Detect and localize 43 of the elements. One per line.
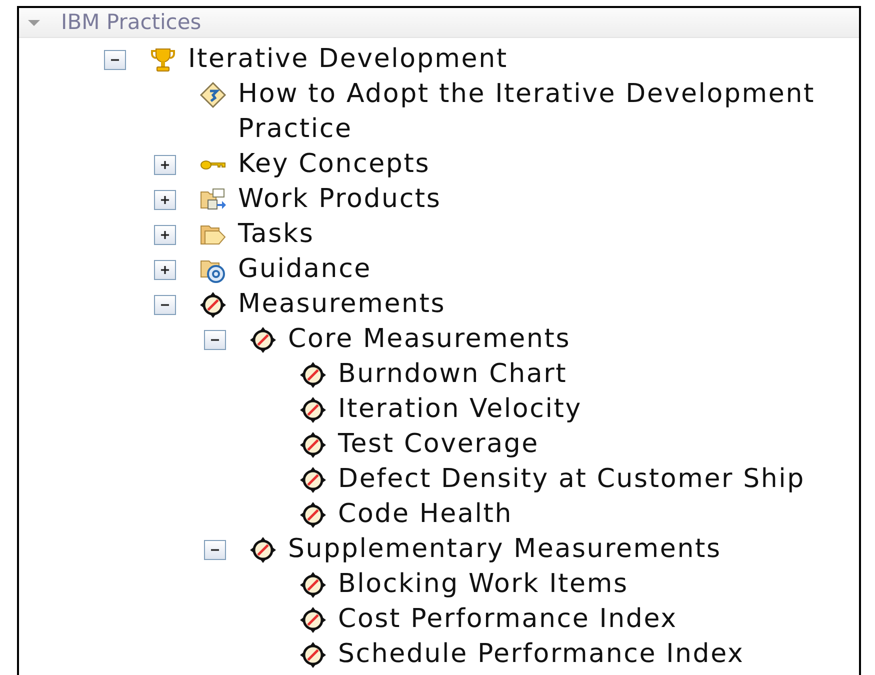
tree-item[interactable]: Defect Density at Customer Ship (338, 462, 805, 497)
collapse-toggle[interactable] (204, 540, 226, 560)
gauge-icon (248, 536, 278, 564)
expand-toggle[interactable] (154, 225, 176, 245)
tree-item[interactable]: Supplementary Measurements (288, 532, 722, 567)
gauge-icon (298, 466, 328, 494)
tree-item[interactable]: Measurements (238, 287, 446, 322)
tree-item[interactable]: Key Concepts (238, 147, 430, 182)
tree-item[interactable]: Burndown Chart (338, 357, 568, 392)
trophy-icon (148, 46, 178, 74)
tree-item[interactable]: Test Coverage (338, 427, 539, 462)
plus-icon (159, 264, 171, 276)
tree-item[interactable]: Cost Performance Index (338, 602, 678, 637)
diamond-icon (198, 81, 228, 109)
tree-item[interactable]: Core Measurements (288, 322, 571, 357)
plus-icon (159, 229, 171, 241)
plus-icon (159, 159, 171, 171)
tree-item[interactable]: How to Adopt the Iterative Development Practice (238, 77, 838, 147)
tree-item[interactable]: Work Products (238, 182, 442, 217)
gauge-icon (298, 361, 328, 389)
tree-item[interactable]: Tasks (238, 217, 314, 252)
tree-item[interactable]: Schedule Performance Index (338, 637, 744, 672)
expand-toggle[interactable] (154, 155, 176, 175)
tree-item[interactable]: Guidance (238, 252, 372, 287)
gauge-icon (298, 431, 328, 459)
tree-item[interactable]: Iterative Development (188, 42, 508, 77)
gauge-icon (298, 396, 328, 424)
tree-item[interactable]: Code Health (338, 497, 513, 532)
tree-item[interactable]: Blocking Work Items (338, 567, 628, 602)
gauge-icon (198, 291, 228, 319)
expand-toggle[interactable] (154, 260, 176, 280)
plus-icon (159, 194, 171, 206)
gauge-icon (248, 326, 278, 354)
tree-item[interactable]: Iteration Velocity (338, 392, 582, 427)
collapse-toggle[interactable] (154, 295, 176, 315)
collapse-toggle[interactable] (104, 50, 126, 70)
section-header[interactable]: IBM Practices (19, 8, 859, 38)
gauge-icon (298, 641, 328, 669)
gauge-icon (298, 606, 328, 634)
expand-toggle[interactable] (154, 190, 176, 210)
gauge-icon (298, 571, 328, 599)
collapse-toggle[interactable] (204, 330, 226, 350)
gauge-icon (298, 501, 328, 529)
